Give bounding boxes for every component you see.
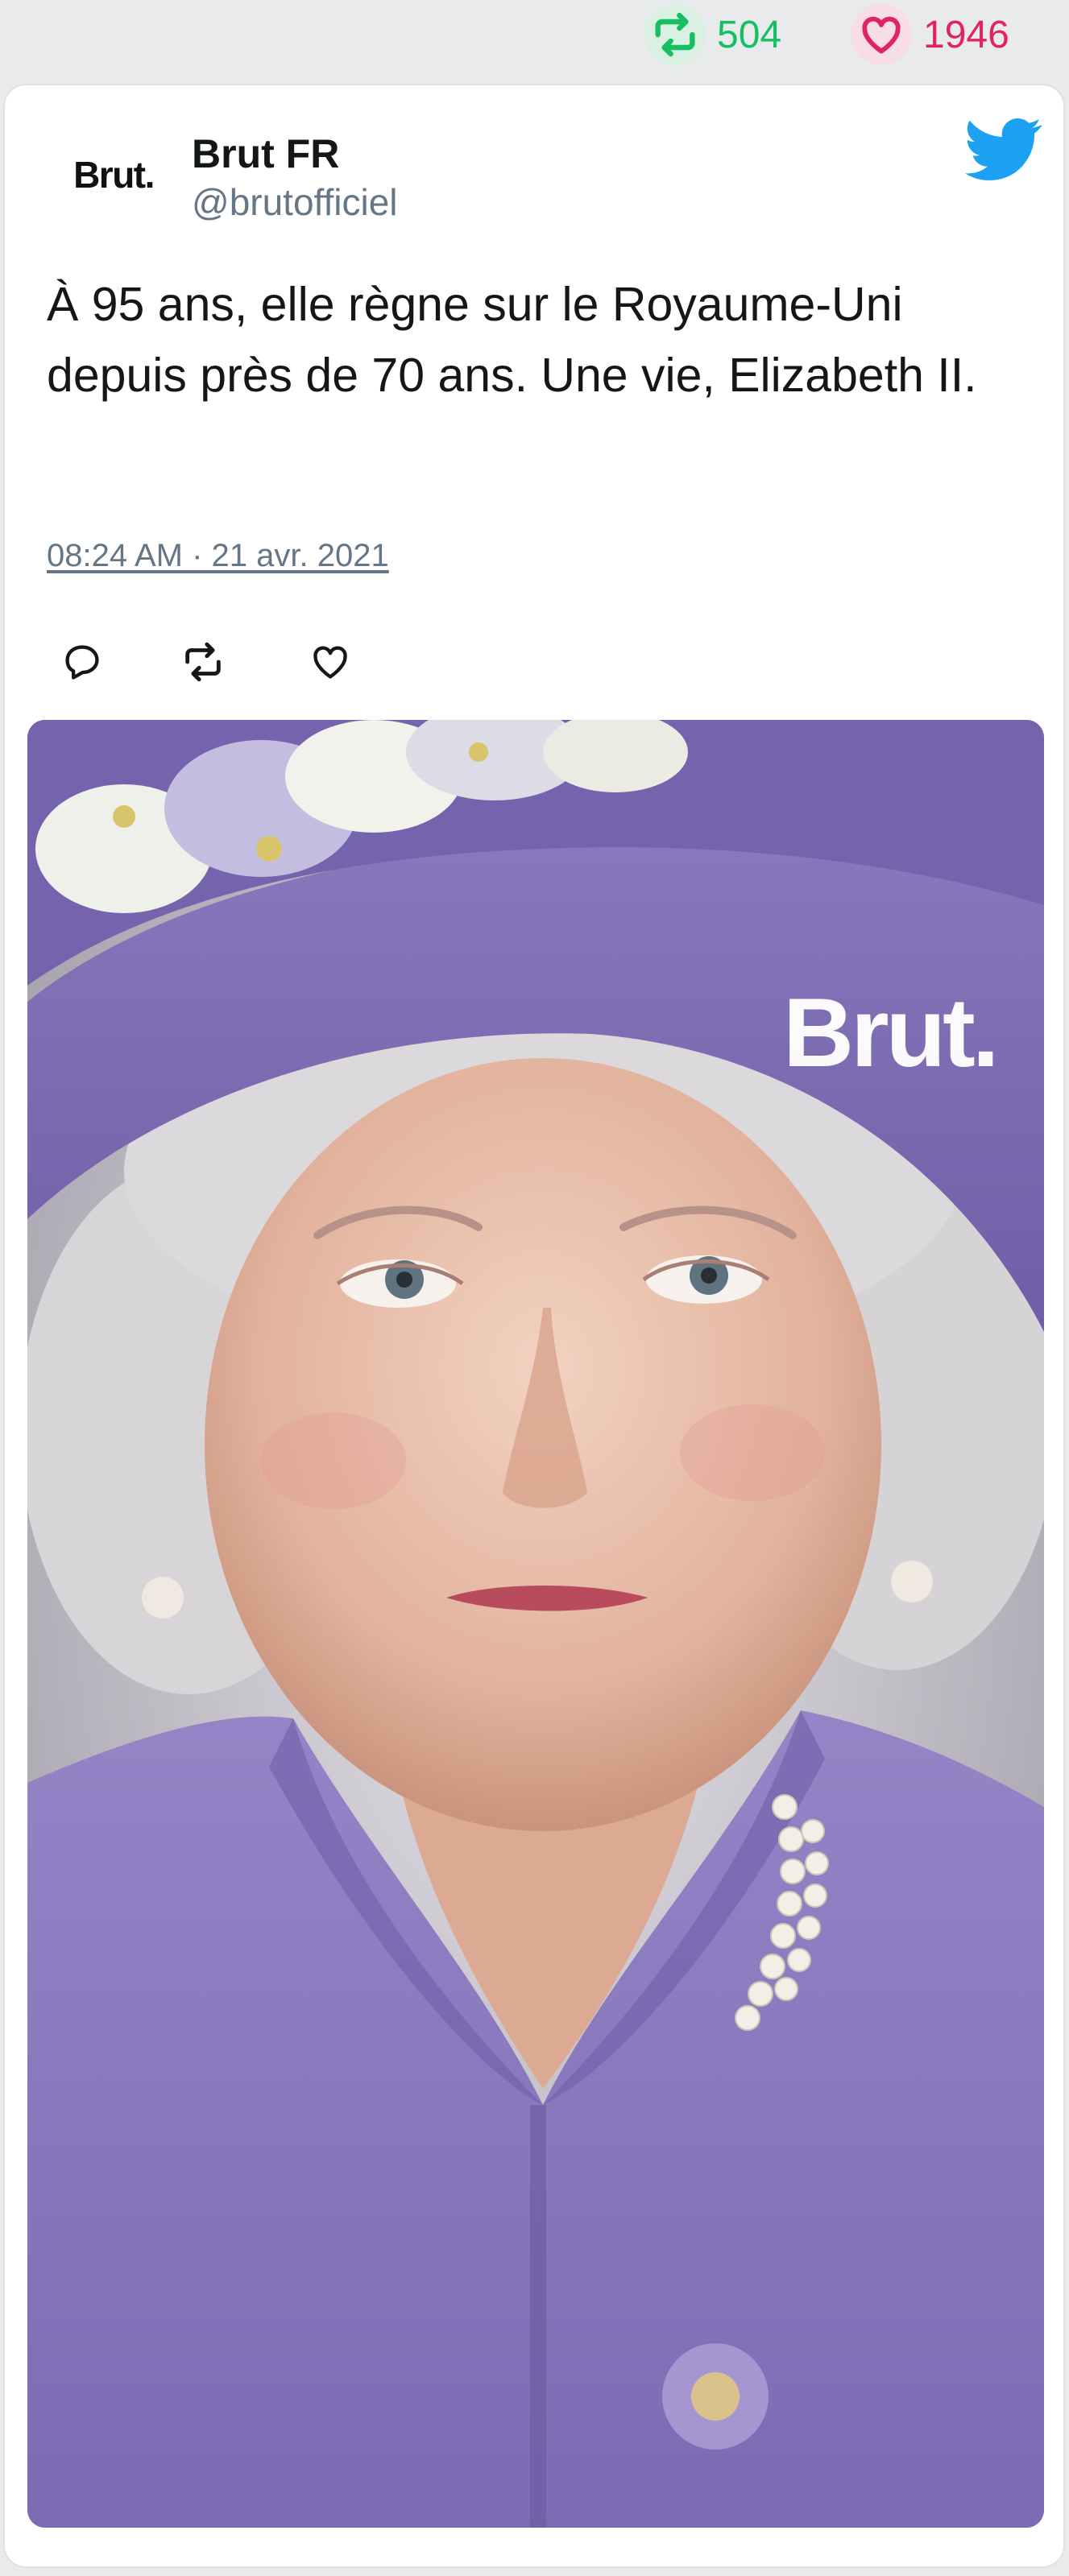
retweet-button[interactable] [174, 633, 232, 691]
author-handle[interactable]: @brutofficiel [192, 180, 398, 224]
tweet-stats-bar: 504 1946 [0, 0, 1069, 81]
retweet-icon [185, 642, 221, 682]
reply-button[interactable] [53, 633, 111, 691]
author-name[interactable]: Brut FR [192, 130, 339, 177]
reply-icon [65, 645, 99, 680]
like-count[interactable]: 1946 [851, 4, 1009, 65]
retweet-icon [644, 4, 706, 65]
heart-icon [313, 646, 347, 679]
like-button[interactable] [301, 633, 359, 691]
like-count-value: 1946 [923, 13, 1009, 56]
retweet-count[interactable]: 504 [644, 4, 782, 65]
twitter-bird-icon[interactable] [965, 118, 1042, 182]
tweet-photo[interactable]: Brut. [27, 720, 1044, 2528]
tweet-card: Brut. Brut FR @brutofficiel À 95 ans, el… [3, 84, 1065, 2568]
heart-icon [851, 4, 912, 65]
tweet-timestamp[interactable]: 08:24 AM · 21 avr. 2021 [47, 538, 389, 574]
brut-watermark: Brut. [783, 978, 1000, 1087]
avatar[interactable]: Brut. [45, 130, 182, 219]
avatar-logo-text: Brut. [73, 154, 155, 196]
retweet-count-value: 504 [717, 13, 782, 56]
tweet-text: À 95 ans, elle règne sur le Royaume-Uni … [47, 278, 977, 402]
